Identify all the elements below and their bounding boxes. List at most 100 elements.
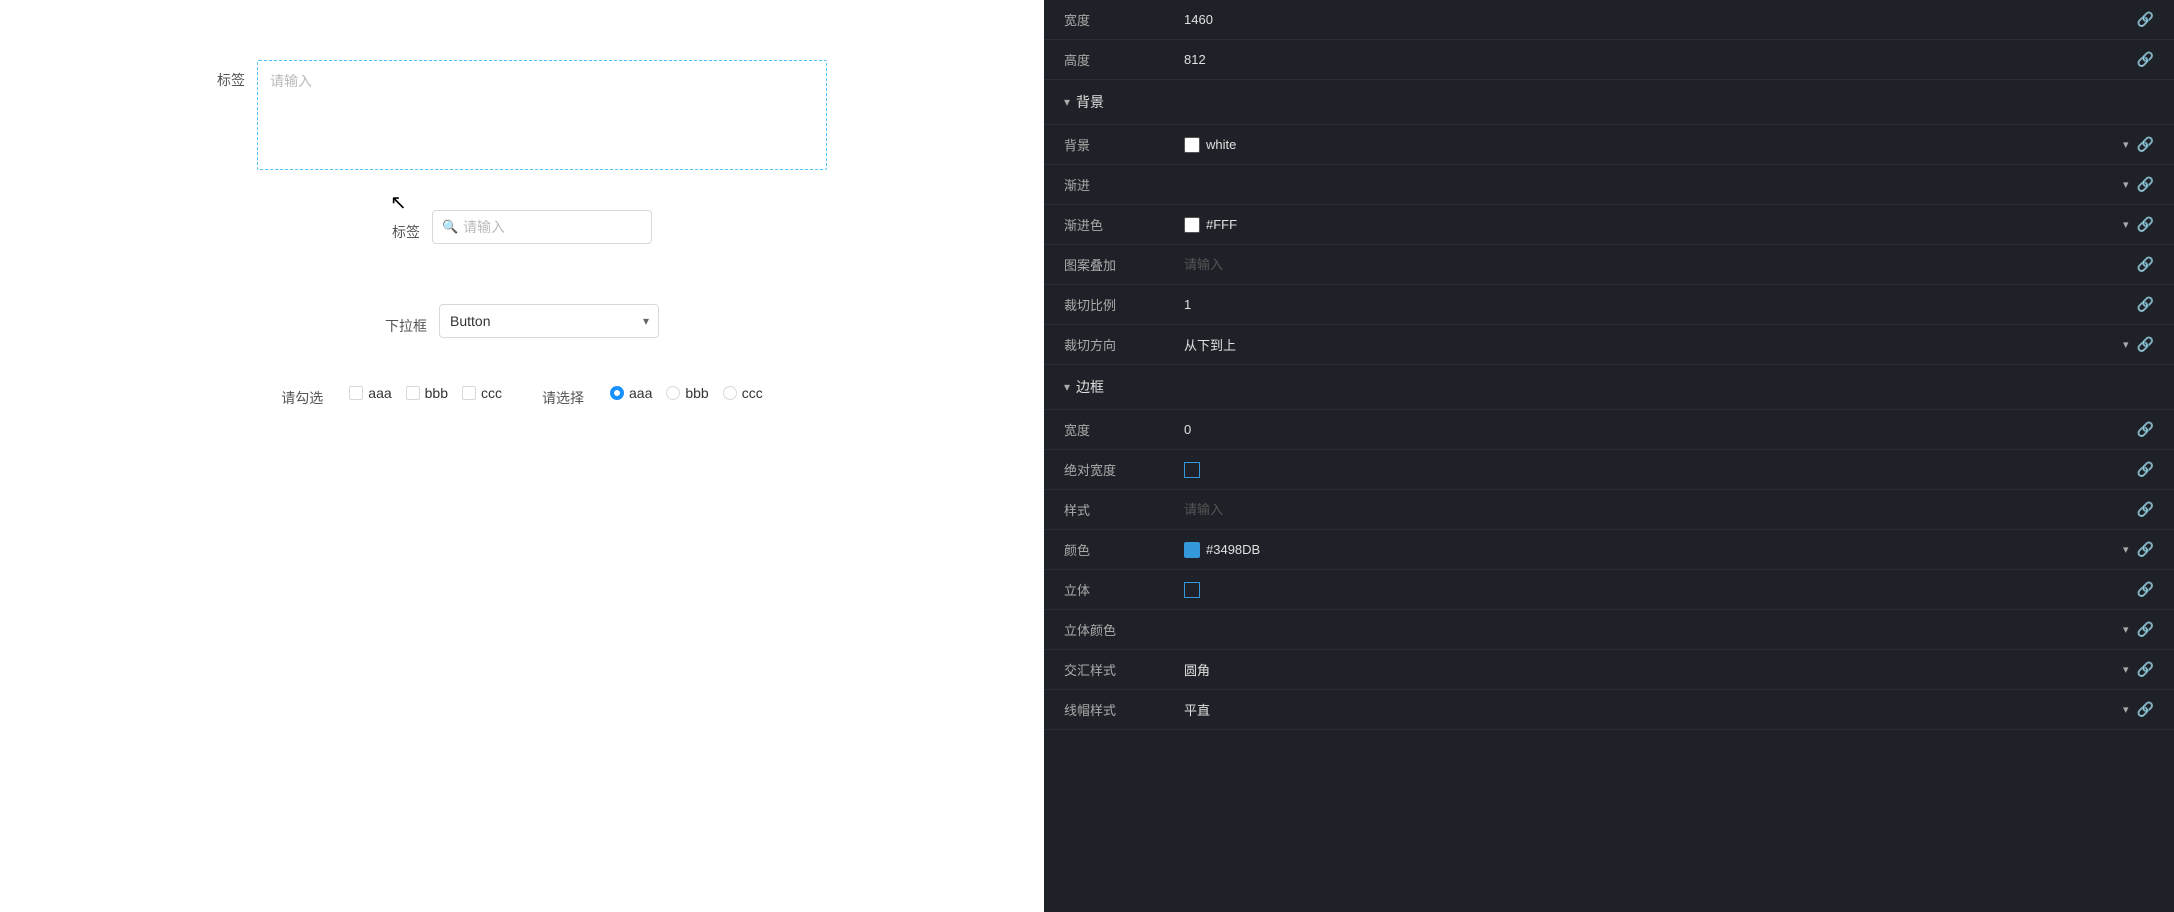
crop-dir-dropdown-icon[interactable]: ▾: [2123, 338, 2129, 351]
crop-dir-row: 裁切方向 从下到上 ▾ 🔗: [1044, 325, 2174, 365]
radio-bbb[interactable]: [666, 386, 680, 400]
border-width-link-icon[interactable]: 🔗: [2137, 421, 2154, 438]
border-style-input[interactable]: [1184, 502, 2129, 517]
gradient-color-dropdown-icon[interactable]: ▾: [2123, 218, 2129, 231]
solid-checkbox[interactable]: [1184, 582, 1200, 598]
border-section-header[interactable]: ▾ 边框: [1044, 365, 2174, 410]
pattern-input[interactable]: [1184, 257, 2129, 272]
gradient-color-value: #FFF: [1206, 217, 2117, 232]
crop-ratio-label: 裁切比例: [1064, 295, 1184, 314]
join-style-link-icon[interactable]: 🔗: [2137, 661, 2154, 678]
border-abs-checkbox[interactable]: [1184, 462, 1200, 478]
height-row: 高度 812 🔗: [1044, 40, 2174, 80]
cap-style-value: 平直: [1184, 700, 2117, 719]
checkbox-ccc[interactable]: [462, 386, 476, 400]
border-color-swatch[interactable]: [1184, 542, 1200, 558]
border-color-row: 颜色 #3498DB ▾ 🔗: [1044, 530, 2174, 570]
border-color-value: #3498DB: [1206, 542, 2117, 557]
bg-color-swatch[interactable]: [1184, 137, 1200, 153]
width-link-icon[interactable]: 🔗: [2137, 11, 2154, 28]
border-color-dropdown-icon[interactable]: ▾: [2123, 543, 2129, 556]
search-icon: 🔍: [442, 219, 458, 235]
gradient-color-swatch[interactable]: [1184, 217, 1200, 233]
checkbox-bbb[interactable]: [406, 386, 420, 400]
radio-item-aaa[interactable]: aaa: [610, 385, 652, 401]
border-color-label: 颜色: [1064, 540, 1184, 559]
border-style-link-icon[interactable]: 🔗: [2137, 501, 2154, 518]
solid-color-container: ▾: [1184, 623, 2129, 636]
bg-label: 背景: [1064, 135, 1184, 154]
width-value: 1460: [1184, 12, 2129, 27]
join-style-container: 圆角 ▾: [1184, 660, 2129, 679]
checkbox-group: 请勾选 aaa bbb ccc: [281, 378, 502, 408]
background-section-header[interactable]: ▾ 背景: [1044, 80, 2174, 125]
radio-group-label: 请选择: [542, 388, 584, 408]
search-label: 标签: [392, 222, 420, 242]
bg-color-value: white: [1206, 137, 2117, 152]
gradient-color-container: #FFF ▾: [1184, 217, 2129, 233]
solid-color-link-icon[interactable]: 🔗: [2137, 621, 2154, 638]
crop-ratio-value: 1: [1184, 297, 2129, 312]
bg-value-container: white ▾: [1184, 137, 2129, 153]
solid-link-icon[interactable]: 🔗: [2137, 581, 2154, 598]
crop-ratio-link-icon[interactable]: 🔗: [2137, 296, 2154, 313]
checkbox-item-ccc[interactable]: ccc: [462, 385, 502, 401]
height-label: 高度: [1064, 50, 1184, 69]
solid-color-row: 立体颜色 ▾ 🔗: [1044, 610, 2174, 650]
crop-dir-link-icon[interactable]: 🔗: [2137, 336, 2154, 353]
checkbox-item-bbb[interactable]: bbb: [406, 385, 448, 401]
radio-label-ccc: ccc: [742, 385, 763, 401]
crop-dir-container: 从下到上 ▾: [1184, 335, 2129, 354]
radio-ccc[interactable]: [723, 386, 737, 400]
search-input[interactable]: [432, 210, 652, 244]
border-abs-link-icon[interactable]: 🔗: [2137, 461, 2154, 478]
solid-color-label: 立体颜色: [1064, 620, 1184, 639]
gradient-color-row: 渐进色 #FFF ▾ 🔗: [1044, 205, 2174, 245]
border-width-row: 宽度 0 🔗: [1044, 410, 2174, 450]
crop-dir-label: 裁切方向: [1064, 335, 1184, 354]
checkbox-label-ccc: ccc: [481, 385, 502, 401]
border-width-label: 宽度: [1064, 420, 1184, 439]
join-style-dropdown-icon[interactable]: ▾: [2123, 663, 2129, 676]
border-section-title: 边框: [1076, 377, 1104, 397]
cap-style-row: 线帽样式 平直 ▾ 🔗: [1044, 690, 2174, 730]
search-wrapper: 🔍: [432, 210, 652, 244]
dropdown-wrapper: Button Option1 Option2 ▾: [439, 304, 659, 338]
dropdown-select[interactable]: Button Option1 Option2: [439, 304, 659, 338]
border-width-value: 0: [1184, 422, 2129, 437]
border-abs-label: 绝对宽度: [1064, 460, 1184, 479]
border-abs-row: 绝对宽度 🔗: [1044, 450, 2174, 490]
radio-item-ccc[interactable]: ccc: [723, 385, 763, 401]
border-color-link-icon[interactable]: 🔗: [2137, 541, 2154, 558]
bg-link-icon[interactable]: 🔗: [2137, 136, 2154, 153]
textarea-label: 标签: [217, 70, 245, 90]
textarea-input[interactable]: [257, 60, 827, 170]
radio-group: 请选择 aaa bbb ccc: [542, 378, 763, 408]
cap-style-label: 线帽样式: [1064, 700, 1184, 719]
join-style-row: 交汇样式 圆角 ▾ 🔗: [1044, 650, 2174, 690]
checkbox-label-aaa: aaa: [368, 385, 391, 401]
search-row: 标签 🔍: [392, 210, 652, 244]
gradient-link-icon[interactable]: 🔗: [2137, 176, 2154, 193]
pattern-link-icon[interactable]: 🔗: [2137, 256, 2154, 273]
border-style-row: 样式 🔗: [1044, 490, 2174, 530]
textarea-row: 标签: [217, 60, 827, 170]
checkbox-aaa[interactable]: [349, 386, 363, 400]
gradient-value-container: ▾: [1184, 178, 2129, 191]
gradient-dropdown-icon[interactable]: ▾: [2123, 178, 2129, 191]
bg-dropdown-icon[interactable]: ▾: [2123, 138, 2129, 151]
cap-style-link-icon[interactable]: 🔗: [2137, 701, 2154, 718]
height-link-icon[interactable]: 🔗: [2137, 51, 2154, 68]
gradient-color-link-icon[interactable]: 🔗: [2137, 216, 2154, 233]
gradient-row: 渐进 ▾ 🔗: [1044, 165, 2174, 205]
radio-aaa[interactable]: [610, 386, 624, 400]
width-label: 宽度: [1064, 10, 1184, 29]
checkbox-item-aaa[interactable]: aaa: [349, 385, 391, 401]
solid-color-dropdown-icon[interactable]: ▾: [2123, 623, 2129, 636]
checkbox-label-bbb: bbb: [425, 385, 448, 401]
radio-item-bbb[interactable]: bbb: [666, 385, 708, 401]
dropdown-row: 下拉框 Button Option1 Option2 ▾: [385, 304, 659, 338]
join-style-label: 交汇样式: [1064, 660, 1184, 679]
cap-style-dropdown-icon[interactable]: ▾: [2123, 703, 2129, 716]
solid-container: [1184, 582, 2129, 598]
